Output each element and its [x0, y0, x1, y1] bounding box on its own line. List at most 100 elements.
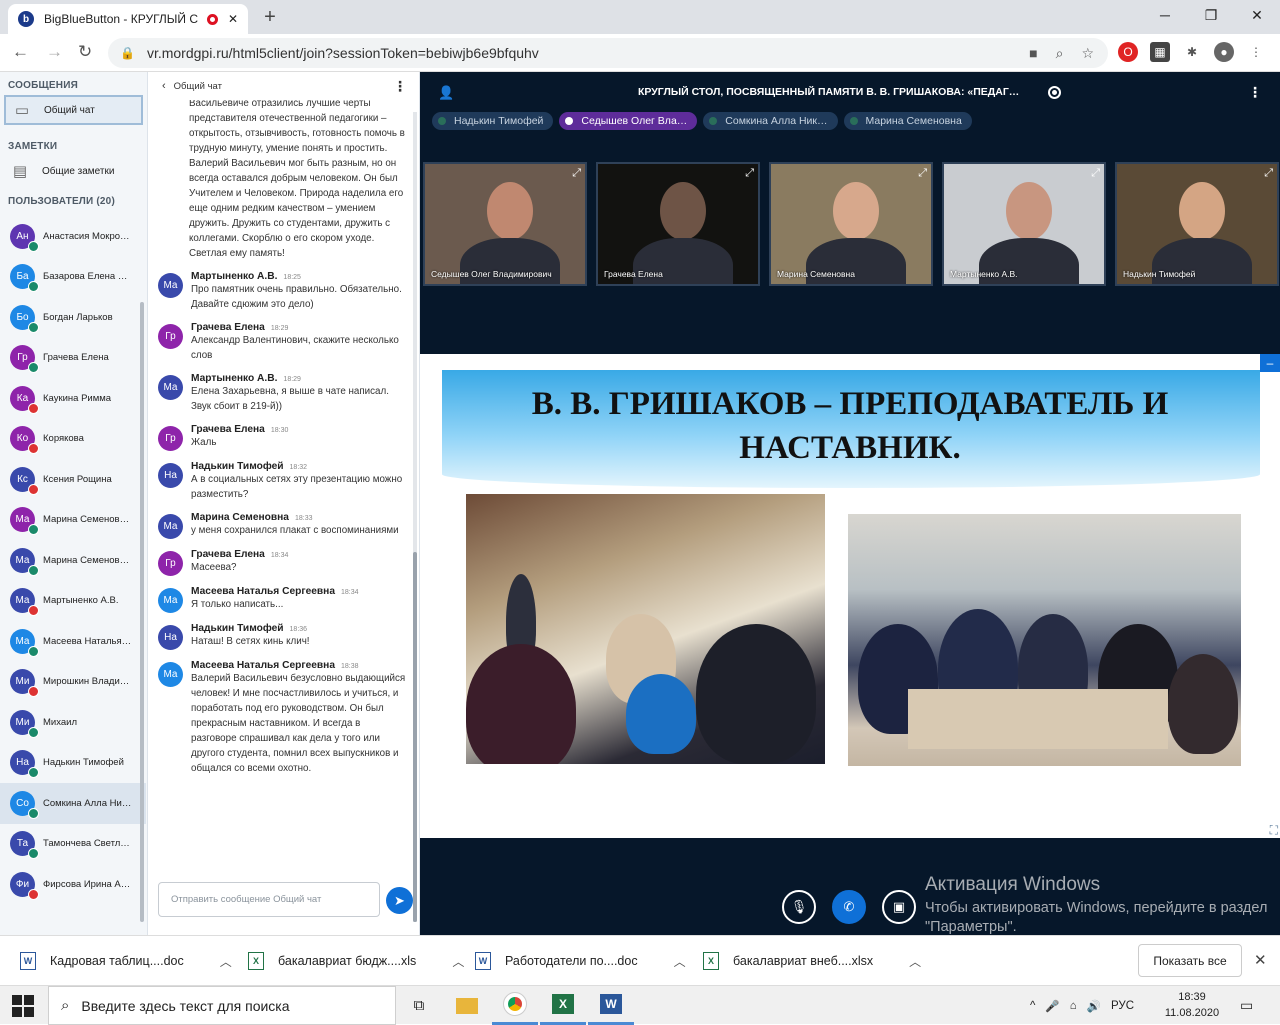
- download-item[interactable]: W Работодатели по....doc ︿: [455, 936, 686, 986]
- chat-scrollbar[interactable]: [413, 112, 417, 922]
- fullscreen-icon[interactable]: ⤢: [1264, 167, 1273, 180]
- hide-chat-chevron-icon[interactable]: ‹: [162, 80, 166, 92]
- user-list-item[interactable]: Ан Анастасия Мокро…: [0, 216, 146, 257]
- webcam-tile[interactable]: Мартыненко А.В. ⤢: [942, 162, 1106, 286]
- user-list-item[interactable]: Бо Богдан Ларьков: [0, 297, 146, 338]
- media-controls: 🎙 ✆ ▣: [782, 890, 916, 924]
- new-tab-button[interactable]: +: [258, 6, 282, 28]
- word-icon[interactable]: W: [588, 986, 634, 1025]
- bookmark-star-icon[interactable]: ☆: [1081, 45, 1094, 62]
- fullscreen-icon[interactable]: ⤢: [572, 167, 581, 180]
- taskbar-clock[interactable]: 18:39 11.08.2020: [1160, 989, 1224, 1021]
- opera-extension-icon[interactable]: O: [1118, 42, 1138, 62]
- webcam-tile[interactable]: Марина Семеновна ⤢: [769, 162, 933, 286]
- restore-icon[interactable]: ❐: [1188, 0, 1234, 30]
- reload-icon[interactable]: ↻: [78, 42, 92, 62]
- webcam-tile[interactable]: Седышев Олег Владимирович ⤢: [423, 162, 587, 286]
- user-list-item[interactable]: Ма Марина Семенов…: [0, 540, 146, 581]
- forward-arrow-icon[interactable]: →: [46, 42, 63, 62]
- file-explorer-icon[interactable]: [444, 986, 490, 1025]
- webcam-tile[interactable]: Грачева Елена ⤢: [596, 162, 760, 286]
- user-list-item[interactable]: Фи Фирсова Ирина А…: [0, 864, 146, 905]
- talking-indicator[interactable]: Надькин Тимофей: [432, 112, 554, 130]
- url-text: vr.mordgpi.ru/html5client/join?sessionTo…: [146, 45, 539, 61]
- volume-icon[interactable]: 🔊: [1087, 999, 1101, 1013]
- fullscreen-icon[interactable]: ⤢: [918, 167, 927, 180]
- slide-title: В. В. ГРИШАКОВ – ПРЕПОДАВАТЕЛЬ И НАСТАВН…: [531, 386, 1169, 466]
- share-webcam-button[interactable]: ▣: [882, 890, 916, 924]
- user-list-item[interactable]: Ка Каукина Римма: [0, 378, 146, 419]
- talking-indicator[interactable]: Сомкина Алла Ник…: [703, 112, 838, 130]
- chat-options-icon[interactable]: ⋮: [393, 78, 407, 95]
- send-message-button[interactable]: ➤: [386, 887, 413, 914]
- taskbar-search-box[interactable]: ⌕ Введите здесь текст для поиска: [48, 986, 396, 1025]
- chrome-icon[interactable]: [492, 986, 538, 1025]
- download-item[interactable]: Xбакалавриат внеб....xlsx ︿: [683, 936, 921, 986]
- presentation-fullscreen-icon[interactable]: ⛶: [1270, 823, 1278, 838]
- zoom-icon[interactable]: ⌕: [1056, 45, 1064, 62]
- tray-mic-icon[interactable]: 🎤: [1045, 999, 1059, 1013]
- chat-message-input[interactable]: Отправить сообщение Общий чат: [158, 882, 380, 917]
- chat-scroll-thumb[interactable]: [413, 552, 417, 922]
- user-list-item[interactable]: Ми Мирошкин Влади…: [0, 662, 146, 703]
- task-view-icon[interactable]: ⧉: [396, 986, 442, 1025]
- chat-title[interactable]: Общий чат: [174, 81, 222, 92]
- user-list-item[interactable]: Ба Базарова Елена …: [0, 257, 146, 298]
- user-list-item[interactable]: Ма Марина Семенов…: [0, 500, 146, 541]
- window-close-icon[interactable]: ✕: [1234, 0, 1280, 30]
- speaker-dot-icon: [709, 117, 718, 125]
- recording-status-icon[interactable]: [1048, 86, 1061, 99]
- shared-notes-item[interactable]: ▤ Общие заметки: [4, 156, 143, 186]
- user-list-toggle-icon[interactable]: 👤: [438, 85, 454, 101]
- fullscreen-icon[interactable]: ⤢: [1091, 167, 1100, 180]
- message-author: Надькин Тимофей: [191, 623, 284, 634]
- close-downloads-icon[interactable]: ✕: [1254, 951, 1267, 969]
- user-list-item[interactable]: Кс Ксения Рощина: [0, 459, 146, 500]
- user-list-item[interactable]: Гр Грачева Елена: [0, 338, 146, 379]
- user-list-item[interactable]: Ми Михаил: [0, 702, 146, 743]
- network-icon[interactable]: ⌂: [1070, 1000, 1077, 1012]
- show-all-downloads-button[interactable]: Показать все: [1138, 944, 1242, 977]
- back-arrow-icon[interactable]: ←: [12, 42, 29, 62]
- tab-close-icon[interactable]: ✕: [228, 12, 238, 26]
- webcam-tile[interactable]: Надькин Тимофей ⤢: [1115, 162, 1279, 286]
- puzzle-extensions-icon[interactable]: ✱: [1182, 42, 1202, 62]
- browser-tab[interactable]: b BigBlueButton - КРУГЛЫЙ С ✕: [8, 4, 248, 34]
- address-bar[interactable]: 🔒 vr.mordgpi.ru/html5client/join?session…: [108, 38, 1108, 68]
- download-item[interactable]: Xбакалавриат бюдж....xls ︿: [228, 936, 464, 986]
- options-menu-icon[interactable]: ⋮: [1248, 84, 1262, 101]
- talking-indicator[interactable]: Седышев Олег Вла…: [559, 112, 698, 130]
- user-list-item[interactable]: Со Сомкина Алла Ни…: [0, 783, 146, 824]
- extension-icon[interactable]: ▦: [1150, 42, 1170, 62]
- browser-menu-icon[interactable]: ⋮: [1246, 42, 1266, 62]
- user-list-item[interactable]: Ко Корякова: [0, 419, 146, 460]
- user-list-item[interactable]: На Надькин Тимофей: [0, 743, 146, 784]
- minimize-presentation-button[interactable]: –: [1260, 354, 1280, 372]
- chevron-up-icon[interactable]: ︿: [909, 953, 921, 970]
- notifications-icon[interactable]: ▭: [1240, 997, 1253, 1014]
- excel-icon[interactable]: X: [540, 986, 586, 1025]
- user-list-item[interactable]: Ма Мартыненко А.В.: [0, 581, 146, 622]
- language-indicator[interactable]: РУС: [1111, 1000, 1134, 1012]
- users-scrollbar[interactable]: [140, 302, 144, 922]
- message-time: 18:33: [294, 515, 313, 522]
- unmute-mic-button[interactable]: 🎙: [782, 890, 816, 924]
- webcam-off-icon: ▣: [892, 899, 906, 914]
- camera-icon[interactable]: ■: [1029, 45, 1037, 62]
- tray-chevron-icon[interactable]: ^: [1030, 1000, 1035, 1012]
- user-list-item[interactable]: Ма Масеева Наталья…: [0, 621, 146, 662]
- message-time: 18:38: [341, 663, 359, 670]
- user-list-panel: СООБЩЕНИЯ ▭ Общий чат ЗАМЕТКИ ▤ Общие за…: [0, 72, 148, 935]
- avatar-initials: Ма: [15, 554, 30, 566]
- clock-time: 18:39: [1178, 991, 1206, 1003]
- windows-start-icon[interactable]: [12, 995, 34, 1017]
- leave-audio-button[interactable]: ✆: [832, 890, 866, 924]
- download-item[interactable]: W Кадровая таблиц....doc ︿: [0, 936, 232, 986]
- talking-indicator[interactable]: Марина Семеновна: [843, 112, 972, 130]
- meeting-nav-bar: 👤 КРУГЛЫЙ СТОЛ, ПОСВЯЩЕННЫЙ ПАМЯТИ В. В.…: [420, 72, 1280, 112]
- public-chat-item[interactable]: ▭ Общий чат: [4, 95, 143, 125]
- profile-avatar-icon[interactable]: ●: [1214, 42, 1234, 62]
- fullscreen-icon[interactable]: ⤢: [745, 167, 754, 180]
- minimize-icon[interactable]: ─: [1142, 0, 1188, 30]
- user-list-item[interactable]: Та Тамончева Светл…: [0, 824, 146, 865]
